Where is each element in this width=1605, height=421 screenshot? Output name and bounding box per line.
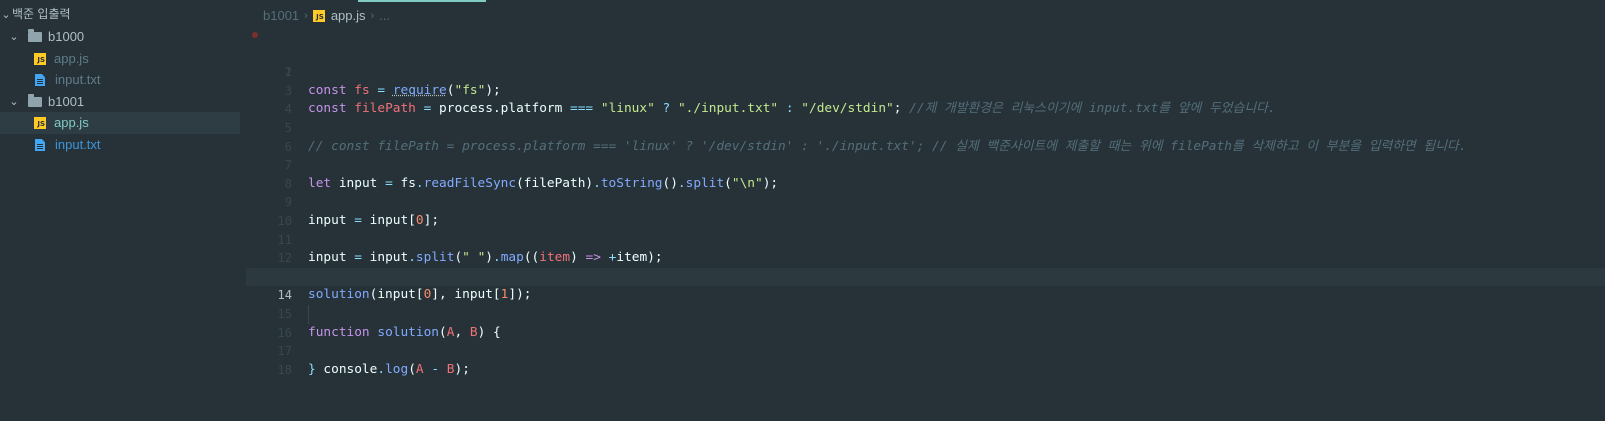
chevron-down-icon: ⌄ [9, 96, 19, 108]
code-line[interactable]: 17 } [246, 324, 1605, 377]
breadcrumb-symbols[interactable]: ... [379, 6, 390, 26]
javascript-file-icon: JS [34, 53, 46, 65]
sidebar-file-b1000-app-js[interactable]: JS app.js [0, 48, 280, 70]
code-editor[interactable]: 1 const fs = require("fs"); 2 3 const fi… [246, 26, 1605, 421]
sidebar-item-label: input.txt [55, 137, 101, 152]
sidebar-folder-b1001[interactable]: ⌄ b1001 [0, 91, 254, 113]
explorer-root-label: 백준 입출력 [12, 7, 71, 21]
text-file-icon [35, 74, 45, 86]
sidebar-item-label: app.js [54, 115, 89, 130]
sidebar-item-label: b1001 [48, 94, 85, 109]
sidebar-item-label: input.txt [55, 72, 101, 87]
breadcrumb-file[interactable]: app.js [331, 6, 366, 26]
javascript-file-icon: JS [312, 10, 325, 22]
line-number: 18 [277, 362, 292, 377]
explorer-sidebar: ⌄백준 입출력 ⌄ b1000 JS app.js input.txt ⌄ b1… [0, 0, 246, 421]
sidebar-item-label: app.js [54, 51, 89, 66]
sidebar-file-b1000-input-txt[interactable]: input.txt [0, 69, 281, 91]
code-line[interactable]: 10 [246, 193, 1605, 228]
indent-guide [308, 305, 309, 324]
code-line[interactable]: 16 console.log(A - B); [246, 305, 1605, 377]
code-line[interactable]: 8 [246, 156, 1605, 191]
code-line[interactable]: 4 [246, 82, 1605, 116]
folder-icon [28, 29, 42, 42]
chevron-right-icon: › [304, 10, 308, 22]
chevron-down-icon: ⌄ [1, 9, 11, 21]
javascript-file-icon: JS [34, 117, 46, 129]
sidebar-file-b1001-input-txt[interactable]: input.txt [0, 134, 281, 156]
code-line[interactable]: 1 const fs = require("fs"); [246, 26, 1605, 98]
explorer-root[interactable]: ⌄백준 입출력 [0, 3, 246, 25]
code-line[interactable]: 12 [246, 231, 1605, 265]
code-line-current[interactable]: 14 [246, 267, 1605, 302]
code-content: console.log(A - B); [308, 361, 470, 377]
code-line[interactable]: 7 let input = fs.readFileSync(filePath).… [246, 138, 1605, 191]
code-content: } [308, 361, 316, 377]
sidebar-folder-b1000[interactable]: ⌄ b1000 [0, 26, 254, 48]
sidebar-item-label: b1000 [48, 29, 85, 44]
code-line[interactable]: 13 solution(input[0], input[1]); [246, 249, 1605, 303]
breadcrumb-folder[interactable]: b1001 [263, 6, 299, 26]
text-file-icon [35, 139, 45, 151]
code-line[interactable]: 9 input = input[0]; [246, 175, 1605, 228]
active-tab-indicator [358, 0, 486, 2]
folder-icon [28, 94, 42, 107]
code-line[interactable]: 11 input = input.split(" ").map((item) =… [246, 212, 1605, 266]
sidebar-file-b1001-app-js[interactable]: JS app.js [0, 112, 240, 134]
code-line[interactable]: 3 const filePath = process.platform === … [246, 63, 1605, 117]
chevron-down-icon: ⌄ [9, 31, 19, 43]
code-line[interactable]: 2 [246, 45, 1605, 79]
code-line[interactable]: 6 [246, 119, 1605, 154]
code-line[interactable]: 15 function solution(A, B) { [246, 286, 1605, 340]
code-line[interactable]: 5 // const filePath = process.platform =… [246, 100, 1605, 154]
code-line[interactable]: 18 [246, 342, 1605, 377]
breakpoint-icon[interactable] [252, 32, 258, 38]
chevron-right-icon: › [370, 10, 375, 22]
breadcrumb: b1001 › JS app.js › ... [263, 6, 390, 26]
